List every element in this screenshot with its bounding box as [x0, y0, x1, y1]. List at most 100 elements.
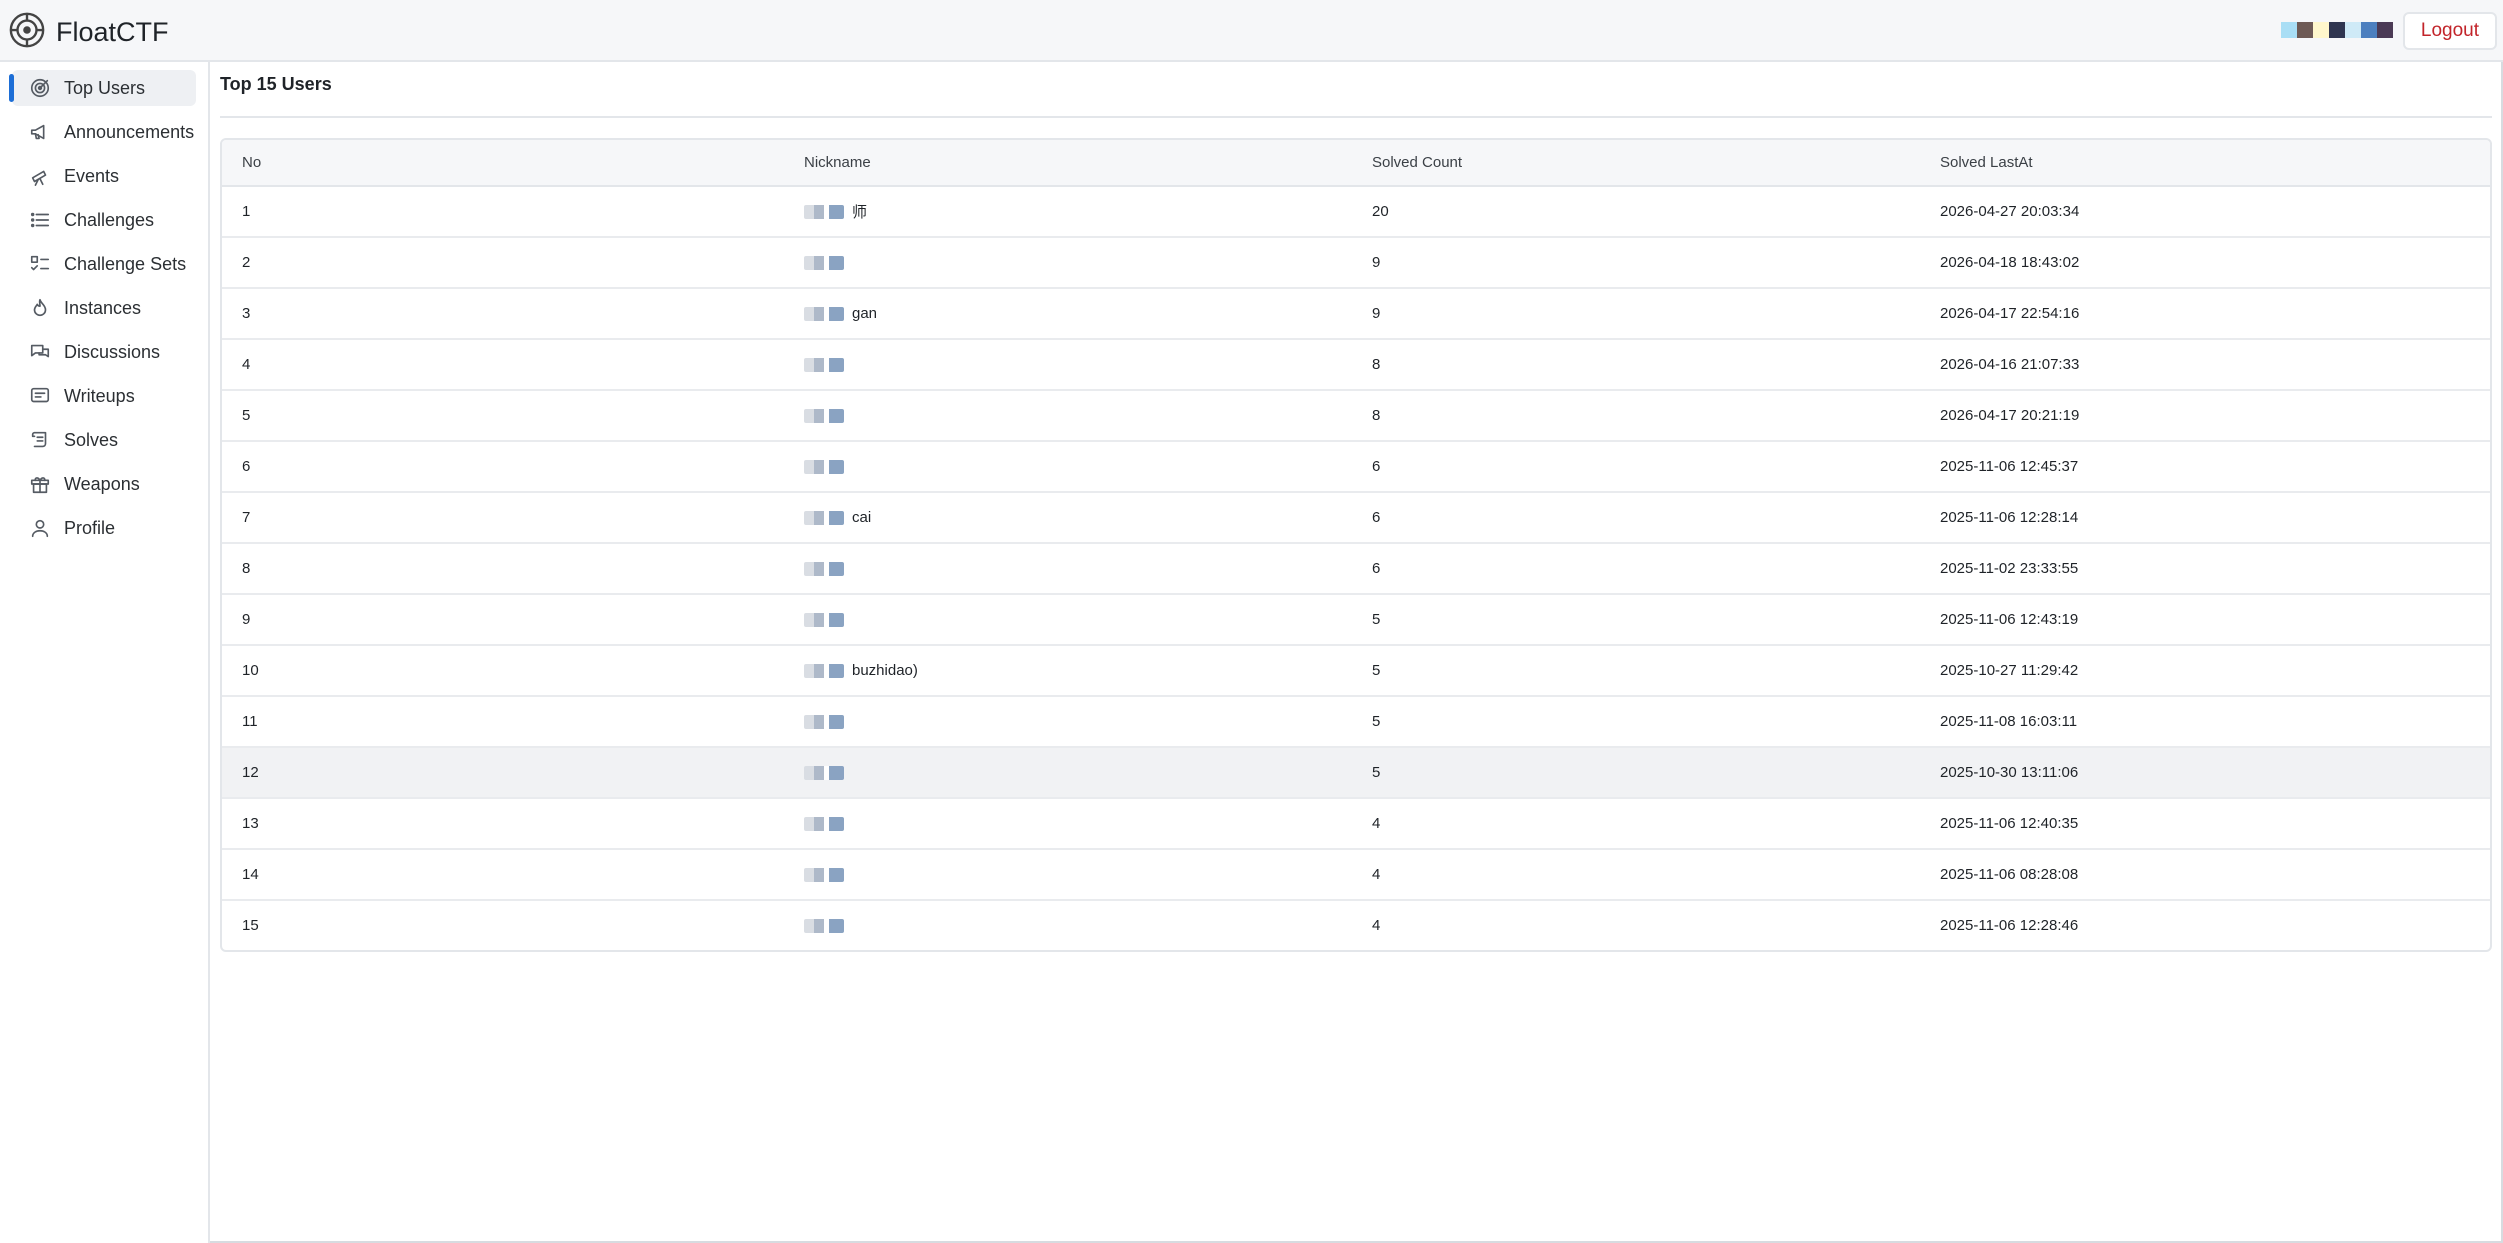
cell-nickname	[784, 441, 1352, 493]
brand-name: FloatCTF	[56, 16, 169, 47]
avatar-pixel	[2281, 22, 2297, 38]
list-icon	[28, 208, 52, 232]
cell-solved-count: 6	[1352, 543, 1920, 595]
table-row[interactable]: 3 gan 9 2026-04-17 22:54:16	[222, 288, 2490, 340]
table-row[interactable]: 14 4 2025-11-06 08:28:08	[222, 849, 2490, 901]
sidebar-item-instances[interactable]: Instances	[12, 290, 196, 326]
cell-solved-count: 4	[1352, 798, 1920, 850]
message-square-icon	[28, 384, 52, 408]
cell-solved-lastat: 2026-04-27 20:03:34	[1920, 186, 2490, 238]
cell-no: 10	[222, 645, 784, 697]
checklist-icon	[28, 252, 52, 276]
cell-no: 14	[222, 849, 784, 901]
top-header: FloatCTF Logout	[0, 0, 2503, 62]
table-row[interactable]: 11 5 2025-11-08 16:03:11	[222, 696, 2490, 748]
scroll-icon	[28, 428, 52, 452]
redacted-avatar	[804, 459, 844, 474]
chat-icon	[28, 340, 52, 364]
table-row[interactable]: 1 师 20 2026-04-27 20:03:34	[222, 186, 2490, 238]
cell-solved-lastat: 2026-04-17 22:54:16	[1920, 288, 2490, 340]
sidebar-item-writeups[interactable]: Writeups	[12, 378, 196, 414]
cell-solved-count: 8	[1352, 339, 1920, 391]
cell-no: 7	[222, 492, 784, 544]
cell-solved-count: 8	[1352, 390, 1920, 442]
sidebar-item-label: Challenges	[64, 209, 155, 230]
cell-nickname	[784, 543, 1352, 595]
cell-solved-count: 20	[1352, 186, 1920, 238]
cell-no: 13	[222, 798, 784, 850]
table-row[interactable]: 15 4 2025-11-06 12:28:46	[222, 900, 2490, 950]
table-row[interactable]: 12 5 2025-10-30 13:11:06	[222, 747, 2490, 799]
user-avatar-badge[interactable]	[2281, 22, 2393, 38]
sidebar-item-weapons[interactable]: Weapons	[12, 466, 196, 502]
cell-solved-count: 9	[1352, 237, 1920, 289]
sidebar-item-solves[interactable]: Solves	[12, 422, 196, 458]
cell-no: 9	[222, 594, 784, 646]
table-row[interactable]: 5 8 2026-04-17 20:21:19	[222, 390, 2490, 442]
sidebar-item-announcements[interactable]: Announcements	[12, 114, 196, 150]
avatar-pixel	[2313, 22, 2329, 38]
redacted-avatar	[804, 816, 844, 831]
cell-solved-lastat: 2026-04-16 21:07:33	[1920, 339, 2490, 391]
sidebar-item-events[interactable]: Events	[12, 158, 196, 194]
sidebar-item-top-users[interactable]: Top Users	[9, 70, 196, 106]
cell-solved-lastat: 2025-11-06 12:43:19	[1920, 594, 2490, 646]
cell-nickname: gan	[784, 288, 1352, 340]
sidebar-item-challenge-sets[interactable]: Challenge Sets	[12, 246, 196, 282]
table-header-row: No Nickname Solved Count Solved LastAt	[222, 140, 2490, 187]
cell-solved-lastat: 2025-11-06 08:28:08	[1920, 849, 2490, 901]
main-content: Top 15 Users No Nickname Solved Count So…	[220, 62, 2503, 1243]
sidebar-item-label: Challenge Sets	[64, 253, 187, 274]
cell-no: 12	[222, 747, 784, 799]
cell-nickname: buzhidao)	[784, 645, 1352, 697]
cell-solved-lastat: 2025-10-30 13:11:06	[1920, 747, 2490, 799]
cell-solved-count: 9	[1352, 288, 1920, 340]
gift-icon	[28, 472, 52, 496]
redacted-avatar	[804, 357, 844, 372]
cell-no: 3	[222, 288, 784, 340]
table-row[interactable]: 7 cai 6 2025-11-06 12:28:14	[222, 492, 2490, 544]
brand[interactable]: FloatCTF	[8, 12, 169, 52]
cell-nickname	[784, 237, 1352, 289]
cell-nickname	[784, 900, 1352, 950]
header-no: No	[222, 140, 784, 187]
table-row[interactable]: 10 buzhidao) 5 2025-10-27 11:29:42	[222, 645, 2490, 697]
sidebar-item-challenges[interactable]: Challenges	[12, 202, 196, 238]
table-row[interactable]: 4 8 2026-04-16 21:07:33	[222, 339, 2490, 391]
table-row[interactable]: 2 9 2026-04-18 18:43:02	[222, 237, 2490, 289]
cell-no: 6	[222, 441, 784, 493]
redacted-avatar	[804, 663, 844, 678]
logout-button[interactable]: Logout	[2402, 12, 2497, 50]
cell-no: 1	[222, 186, 784, 238]
sidebar-item-label: Solves	[64, 429, 119, 450]
cell-solved-lastat: 2025-11-06 12:28:14	[1920, 492, 2490, 544]
table-row[interactable]: 6 6 2025-11-06 12:45:37	[222, 441, 2490, 493]
sidebar-item-profile[interactable]: Profile	[12, 510, 196, 546]
table-row[interactable]: 8 6 2025-11-02 23:33:55	[222, 543, 2490, 595]
sidebar-item-discussions[interactable]: Discussions	[12, 334, 196, 370]
cell-nickname	[784, 339, 1352, 391]
table-row[interactable]: 9 5 2025-11-06 12:43:19	[222, 594, 2490, 646]
nickname-text: cai	[852, 509, 872, 526]
cell-no: 15	[242, 917, 259, 934]
cell-no: 5	[222, 390, 784, 442]
cell-solved-lastat: 2025-11-02 23:33:55	[1920, 543, 2490, 595]
redacted-avatar	[804, 510, 844, 525]
megaphone-icon	[28, 120, 52, 144]
redacted-avatar	[804, 306, 844, 321]
avatar-pixel	[2297, 22, 2313, 38]
flame-icon	[28, 296, 52, 320]
cell-no: 11	[222, 696, 784, 748]
nickname-text: 师	[852, 204, 868, 221]
cell-solved-lastat: 2025-10-27 11:29:42	[1920, 645, 2490, 697]
logo-icon	[8, 11, 46, 54]
cell-nickname	[784, 594, 1352, 646]
sidebar-item-label: Weapons	[64, 473, 140, 494]
cell-nickname	[784, 747, 1352, 799]
telescope-icon	[28, 164, 52, 188]
redacted-avatar	[804, 204, 844, 219]
cell-solved-lastat: 2026-04-18 18:43:02	[1920, 237, 2490, 289]
sidebar-item-label: Writeups	[64, 385, 135, 406]
table-row[interactable]: 13 4 2025-11-06 12:40:35	[222, 798, 2490, 850]
cell-solved-count: 4	[1352, 849, 1920, 901]
